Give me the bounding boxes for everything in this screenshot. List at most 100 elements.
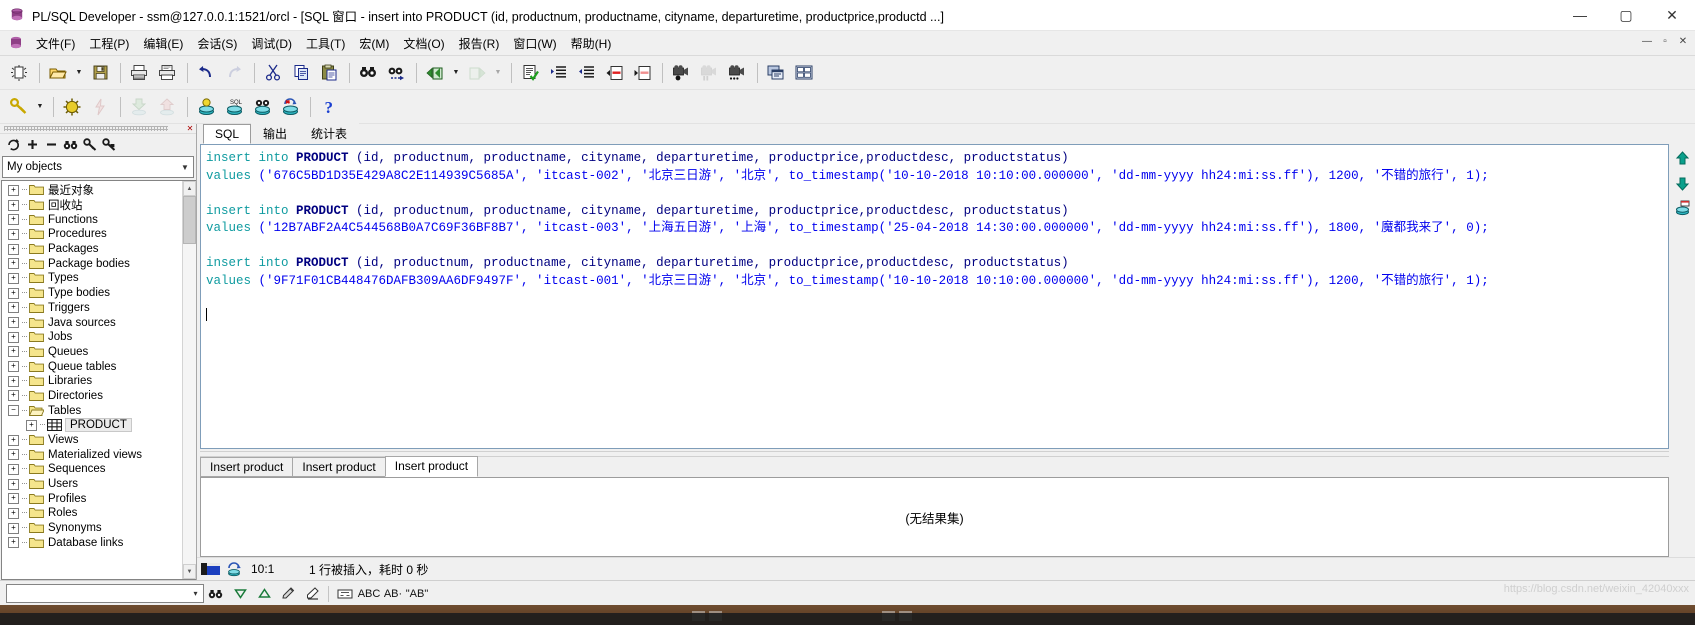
tree-node[interactable]: + PRODUCT <box>8 418 182 433</box>
result-tab-1[interactable]: Insert product <box>200 457 294 477</box>
menu-report[interactable]: 报告(R) <box>452 32 507 55</box>
execute-icon[interactable] <box>59 94 85 120</box>
sql-code-text[interactable]: insert into PRODUCT (id, productnum, pro… <box>201 145 1668 325</box>
commit-icon[interactable] <box>193 94 219 120</box>
tree-expander-icon[interactable]: + <box>8 449 19 461</box>
tree-node[interactable]: + Jobs <box>8 330 182 345</box>
print-icon[interactable] <box>126 60 152 86</box>
scrollbar-thumb[interactable] <box>183 196 196 244</box>
menu-edit[interactable]: 编辑(E) <box>136 32 190 55</box>
tree-expander-icon[interactable]: + <box>8 522 19 534</box>
mdi-close-button[interactable]: ✕ <box>1675 33 1691 49</box>
tree-node[interactable]: − Tables <box>8 403 182 418</box>
collapse-all-icon[interactable] <box>42 135 61 154</box>
object-tree[interactable]: + 最近对象 + 回收站 + Functions + Procedures + Packages +… <box>2 181 182 579</box>
comment-icon[interactable] <box>601 60 627 86</box>
menu-window[interactable]: 窗口(W) <box>506 32 563 55</box>
indent-icon[interactable] <box>545 60 571 86</box>
tree-expander-icon[interactable]: + <box>8 272 19 284</box>
match-whole-word-icon[interactable] <box>333 584 357 603</box>
tree-node[interactable]: + Functions <box>8 212 182 227</box>
tree-expander-icon[interactable]: + <box>8 361 19 373</box>
panel-close-icon[interactable]: ✕ <box>184 124 196 133</box>
tree-expander-icon[interactable]: + <box>8 287 19 299</box>
tree-node[interactable]: + Types <box>8 271 182 286</box>
result-tab-2[interactable]: Insert product <box>292 457 386 477</box>
tree-expander-icon[interactable]: + <box>8 199 19 211</box>
tree-expander-icon[interactable]: + <box>8 478 19 490</box>
find-down-icon[interactable] <box>228 584 252 603</box>
tree-expander-icon[interactable]: + <box>8 463 19 475</box>
refresh-icon[interactable] <box>4 135 23 154</box>
expand-all-icon[interactable] <box>23 135 42 154</box>
next-window-icon[interactable] <box>464 60 490 86</box>
lock-icon[interactable] <box>99 135 118 154</box>
pause-macro-icon[interactable] <box>696 60 722 86</box>
tab-statistics[interactable]: 统计表 <box>299 122 360 144</box>
paste-icon[interactable] <box>316 60 342 86</box>
menu-help[interactable]: 帮助(H) <box>564 32 619 55</box>
record-macro-icon[interactable] <box>668 60 694 86</box>
tree-expander-icon[interactable]: + <box>8 434 19 446</box>
filter-icon[interactable] <box>80 135 99 154</box>
tree-expander-icon[interactable]: + <box>8 493 19 505</box>
next-window-dropdown-icon[interactable]: ▼ <box>492 60 504 86</box>
scroll-down-icon[interactable] <box>1673 175 1691 191</box>
tree-expander-icon[interactable]: + <box>8 537 19 549</box>
new-window-icon[interactable] <box>6 60 32 86</box>
tree-node[interactable]: + Libraries <box>8 374 182 389</box>
tree-node[interactable]: + Java sources <box>8 315 182 330</box>
tree-node[interactable]: + Type bodies <box>8 286 182 301</box>
rollback-icon[interactable] <box>277 94 303 120</box>
tree-node[interactable]: + Synonyms <box>8 521 182 536</box>
tree-node[interactable]: + Queues <box>8 345 182 360</box>
close-button[interactable]: ✕ <box>1649 0 1695 30</box>
tree-node[interactable]: + Queue tables <box>8 359 182 374</box>
tree-expander-icon[interactable]: + <box>8 507 19 519</box>
tree-expander-icon[interactable]: + <box>8 258 19 270</box>
tree-expander-icon[interactable]: − <box>8 405 19 417</box>
scroll-up-icon[interactable] <box>1673 150 1691 166</box>
match-case-quoted-icon[interactable]: "AB" <box>405 584 429 603</box>
tree-node[interactable]: + 最近对象 <box>8 183 182 198</box>
tree-expander-icon[interactable]: + <box>8 317 19 329</box>
find-icon[interactable] <box>355 60 381 86</box>
tree-expander-icon[interactable]: + <box>8 228 19 240</box>
tree-expander-icon[interactable]: + <box>26 419 37 431</box>
open-file-dropdown-icon[interactable]: ▼ <box>73 60 85 86</box>
check-syntax-icon[interactable] <box>517 60 543 86</box>
find-input[interactable]: ▾ <box>6 584 204 603</box>
open-file-icon[interactable] <box>45 60 71 86</box>
mdi-minimize-button[interactable]: — <box>1639 33 1655 49</box>
copy-icon[interactable] <box>288 60 314 86</box>
tree-node[interactable]: + Triggers <box>8 301 182 316</box>
logon-dropdown-icon[interactable]: ▼ <box>34 94 46 120</box>
import-icon[interactable] <box>126 94 152 120</box>
window-list-icon[interactable] <box>763 60 789 86</box>
tree-node[interactable]: + Package bodies <box>8 256 182 271</box>
redo-icon[interactable] <box>221 60 247 86</box>
tree-node[interactable]: + Roles <box>8 506 182 521</box>
panel-grip[interactable]: ✕ <box>0 124 196 134</box>
explain-plan-icon[interactable] <box>249 94 275 120</box>
tree-node[interactable]: + Database links <box>8 536 182 551</box>
find-binoculars-icon[interactable] <box>204 584 228 603</box>
chevron-down-icon[interactable]: ▼ <box>177 158 193 176</box>
match-case-abc-icon[interactable]: ABC <box>357 584 381 603</box>
scrollbar-down-button[interactable]: ▼ <box>183 564 196 579</box>
minimize-button[interactable]: — <box>1557 0 1603 30</box>
find-object-icon[interactable] <box>61 135 80 154</box>
outdent-icon[interactable] <box>573 60 599 86</box>
save-icon[interactable] <box>87 60 113 86</box>
scrollbar-up-button[interactable]: ▲ <box>183 181 196 196</box>
tree-node[interactable]: + Profiles <box>8 491 182 506</box>
query-builder-icon[interactable] <box>1673 200 1691 216</box>
tab-sql[interactable]: SQL <box>203 124 252 144</box>
print-preview-icon[interactable] <box>154 60 180 86</box>
cut-icon[interactable] <box>260 60 286 86</box>
tree-expander-icon[interactable]: + <box>8 214 19 226</box>
sql-window-icon[interactable]: SQL <box>221 94 247 120</box>
tile-windows-icon[interactable] <box>791 60 817 86</box>
scrollbar-track[interactable] <box>183 244 196 564</box>
menu-project[interactable]: 工程(P) <box>82 32 136 55</box>
